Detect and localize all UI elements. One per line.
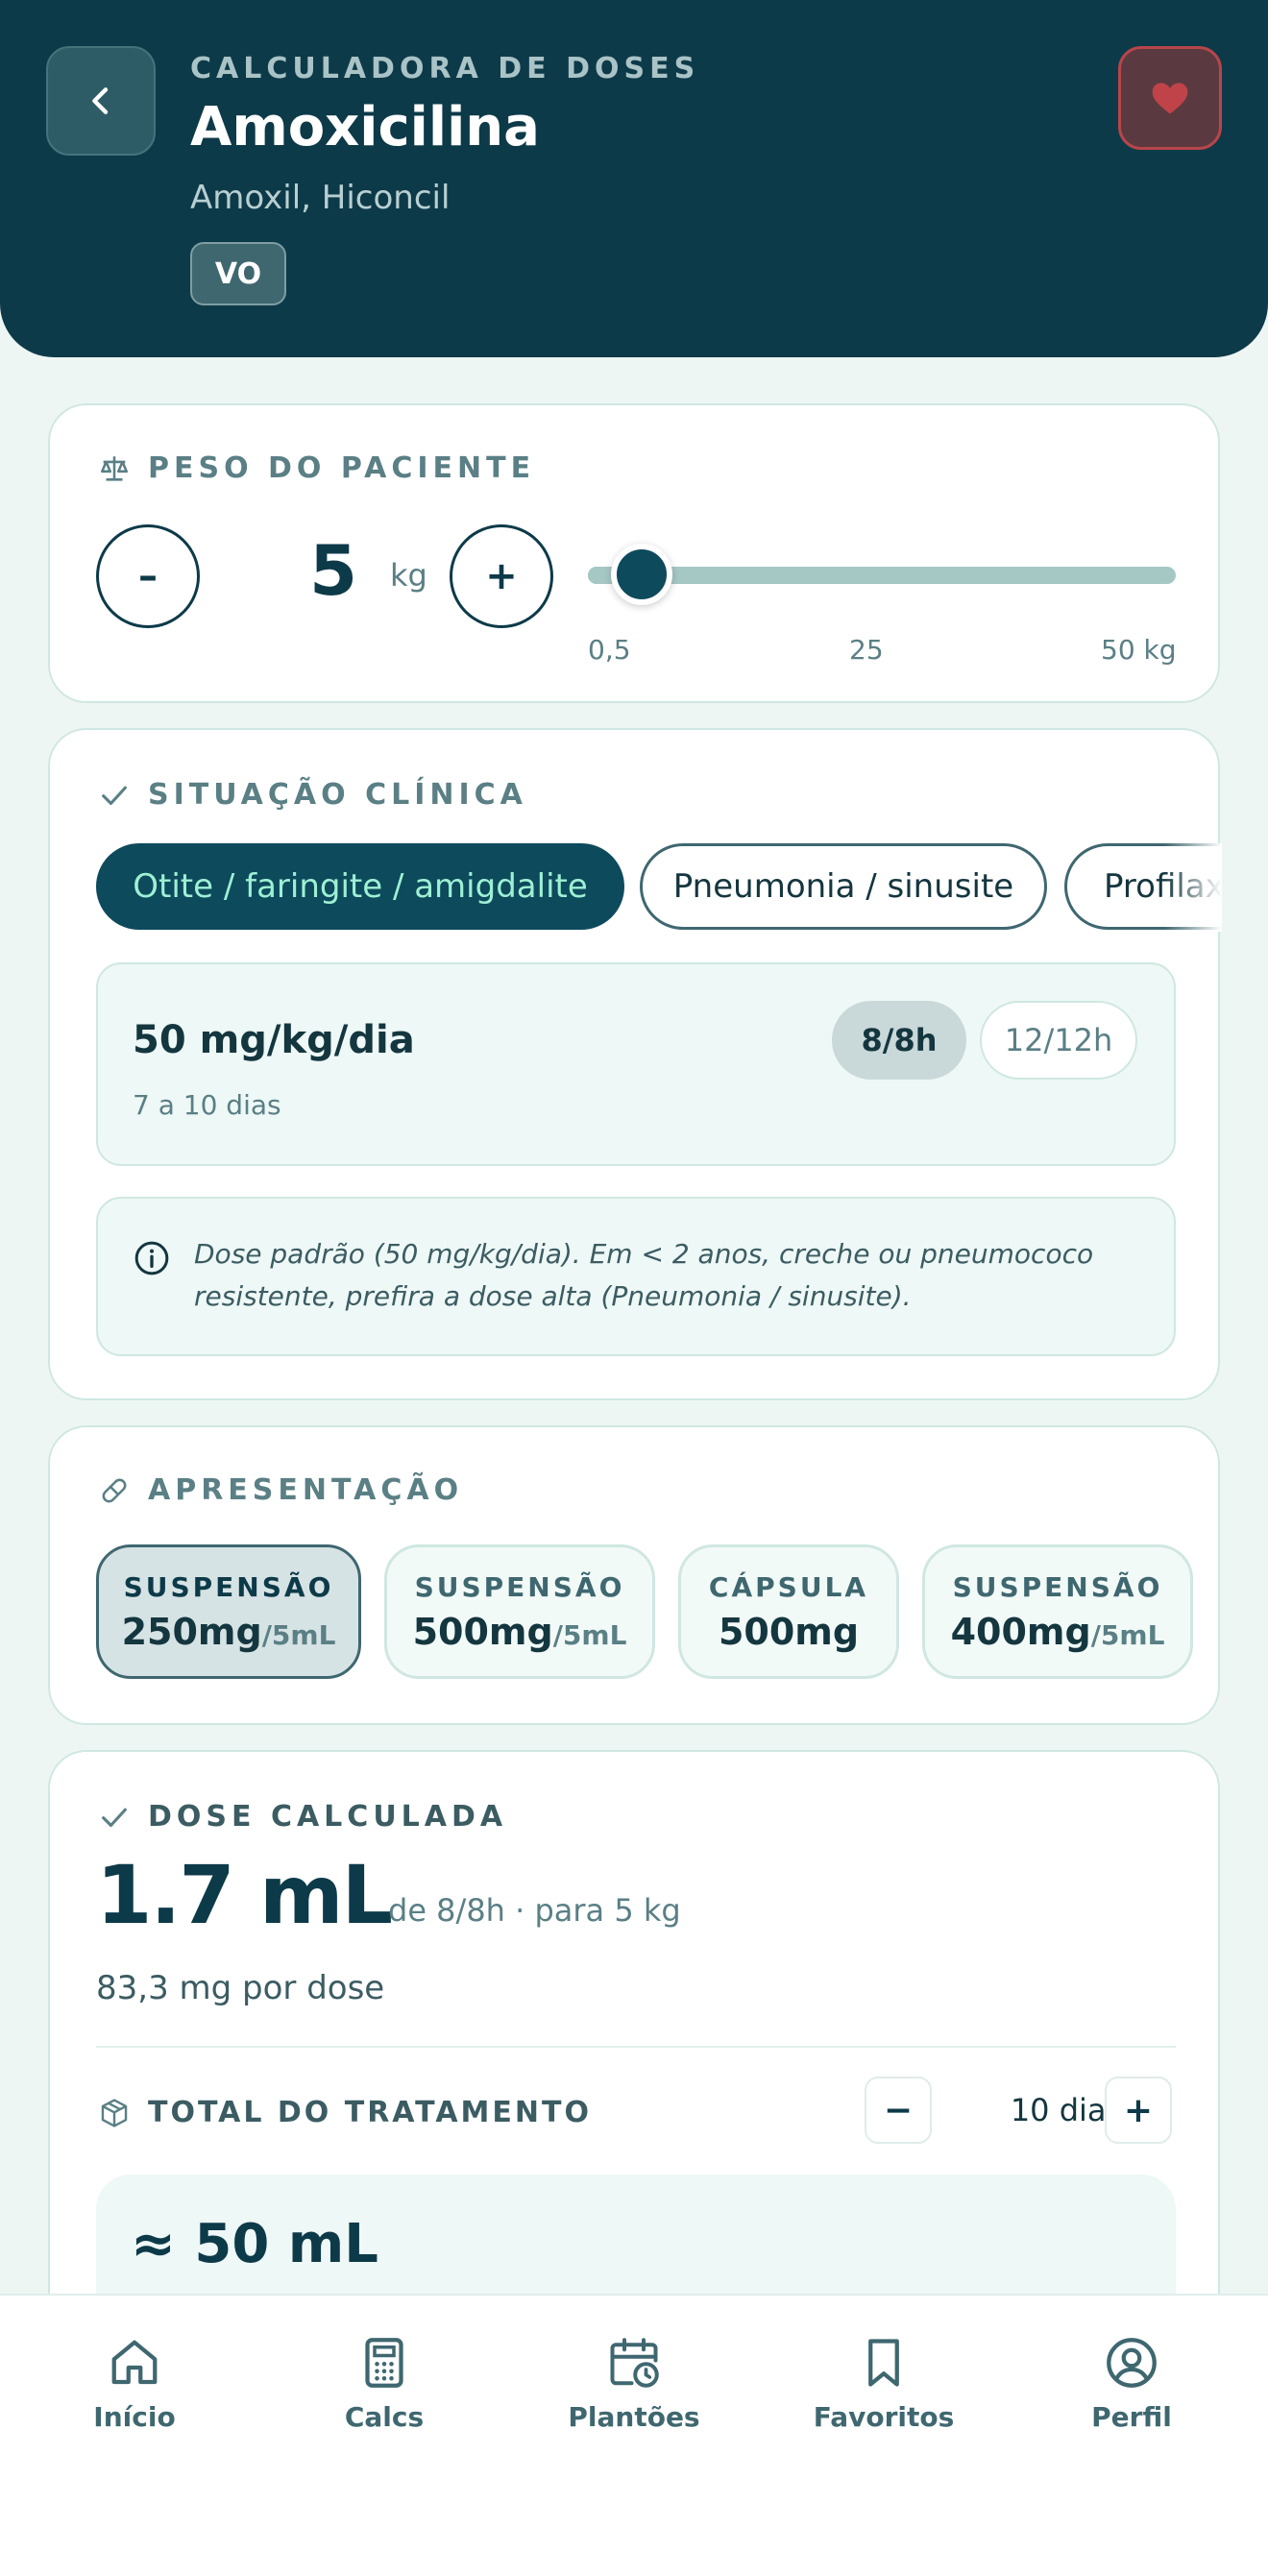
- dose-context: de 8/8h · para 5 kg: [388, 1892, 681, 1929]
- tab-plantoes[interactable]: Plantões: [538, 2334, 730, 2433]
- info-icon: [134, 1241, 169, 1276]
- calculated-dose: 1.7 mL: [96, 1848, 393, 1942]
- slider-tick-mid: 25: [849, 634, 884, 666]
- dose-duration: 7 a 10 dias: [133, 1089, 281, 1121]
- total-volume: ≈ 50 mL: [131, 2213, 378, 2275]
- tab-label: Favoritos: [813, 2401, 955, 2433]
- tab-label: Início: [93, 2401, 176, 2433]
- result-divider: [96, 2046, 1176, 2048]
- chip-pneumonia[interactable]: Pneumonia / sinusite: [640, 843, 1047, 930]
- dose-info-box: Dose padrão (50 mg/kg/dia). Em < 2 anos,…: [96, 1197, 1176, 1356]
- result-title-text: DOSE CALCULADA: [148, 1800, 508, 1834]
- calculator-icon: [365, 2338, 403, 2388]
- presentation-title-text: APRESENTAÇÃO: [148, 1473, 464, 1507]
- chevron-left-icon: [92, 87, 109, 114]
- tab-favoritos[interactable]: Favoritos: [788, 2334, 980, 2433]
- presentation-option[interactable]: SUSPENSÃO 250mg/5mL: [96, 1544, 361, 1679]
- presentation-section-title: APRESENTAÇÃO: [98, 1473, 463, 1507]
- presentation-option[interactable]: SUSPENSÃO 400mg/5mL: [922, 1544, 1193, 1679]
- presentation-amount: 250mg/5mL: [122, 1611, 336, 1653]
- interval-12h[interactable]: 12/12h: [980, 1001, 1137, 1080]
- weight-section-title: PESO DO PACIENTE: [98, 451, 535, 485]
- tab-calcs[interactable]: Calcs: [288, 2334, 480, 2433]
- presentation-amount-per: /5mL: [1090, 1618, 1165, 1651]
- clinical-title-text: SITUAÇÃO CLÍNICA: [148, 778, 527, 812]
- presentation-type: CÁPSULA: [708, 1570, 869, 1603]
- days-decrease-button[interactable]: −: [865, 2077, 932, 2144]
- slider-thumb[interactable]: [610, 544, 672, 605]
- clinical-section-title: SITUAÇÃO CLÍNICA: [98, 778, 527, 812]
- presentation-type: SUSPENSÃO: [952, 1570, 1163, 1603]
- presentation-card: APRESENTAÇÃO SUSPENSÃO 250mg/5mL SUSPENS…: [48, 1425, 1220, 1725]
- scale-icon: [100, 455, 129, 481]
- chips-fade: [1164, 843, 1222, 932]
- dose-rule: 50 mg/kg/dia: [133, 1018, 415, 1062]
- route-badge: VO: [190, 242, 286, 305]
- tab-inicio[interactable]: Início: [38, 2334, 231, 2433]
- result-section-title: DOSE CALCULADA: [98, 1800, 507, 1834]
- total-title-text: TOTAL DO TRATAMENTO: [148, 2096, 592, 2129]
- calendar-clock-icon: [610, 2338, 659, 2388]
- weight-value: 5: [308, 530, 358, 611]
- weight-title-text: PESO DO PACIENTE: [148, 451, 536, 485]
- dose-regimen-box: 50 mg/kg/dia 7 a 10 dias 8/8h 12/12h: [96, 962, 1176, 1166]
- total-section-title: TOTAL DO TRATAMENTO: [98, 2096, 592, 2129]
- interval-8h[interactable]: 8/8h: [832, 1001, 966, 1080]
- weight-slider[interactable]: [588, 544, 1176, 605]
- back-button[interactable]: [46, 46, 156, 156]
- presentation-type: SUSPENSÃO: [414, 1570, 625, 1603]
- presentation-option[interactable]: SUSPENSÃO 500mg/5mL: [384, 1544, 655, 1679]
- clinical-chips: Otite / faringite / amigdalite Pneumonia…: [96, 843, 1222, 932]
- bookmark-icon: [868, 2339, 899, 2387]
- presentation-amount-value: 400mg: [950, 1610, 1091, 1653]
- drug-name: Amoxicilina: [190, 96, 540, 158]
- box-icon: [101, 2098, 128, 2127]
- slider-tick-max: 50 kg: [1101, 634, 1177, 666]
- check-icon: [102, 1808, 127, 1827]
- heart-icon: [1152, 83, 1188, 114]
- user-circle-icon: [1107, 2338, 1157, 2388]
- presentation-option[interactable]: CÁPSULA 500mg: [678, 1544, 899, 1679]
- presentation-amount-value: 500mg: [718, 1610, 860, 1653]
- home-icon: [111, 2340, 158, 2385]
- presentation-amount-per: /5mL: [552, 1618, 627, 1651]
- check-icon: [102, 786, 127, 805]
- weight-card: PESO DO PACIENTE – 5 kg + 0,5 25 50 kg: [48, 403, 1220, 703]
- brand-names: Amoxil, Hiconcil: [190, 179, 451, 217]
- presentation-amount-per: /5mL: [261, 1618, 336, 1651]
- tab-label: Perfil: [1091, 2401, 1172, 2433]
- weight-unit: kg: [390, 557, 427, 594]
- header-kicker: CALCULADORA DE DOSES: [190, 52, 700, 85]
- bottom-tab-bar: Início Calcs Plantões Favoritos Perfil: [0, 2294, 1268, 2576]
- favorite-button[interactable]: [1118, 46, 1222, 150]
- clinical-card: SITUAÇÃO CLÍNICA Otite / faringite / ami…: [48, 728, 1222, 1400]
- weight-decrease-button[interactable]: –: [96, 524, 200, 628]
- mg-per-dose: 83,3 mg por dose: [96, 1969, 385, 2007]
- presentation-amount: 400mg/5mL: [951, 1611, 1165, 1653]
- dose-info-text: Dose padrão (50 mg/kg/dia). Em < 2 anos,…: [194, 1238, 1094, 1312]
- presentation-amount: 500mg/5mL: [413, 1611, 627, 1653]
- chip-otite[interactable]: Otite / faringite / amigdalite: [96, 843, 624, 930]
- app-header: CALCULADORA DE DOSES Amoxicilina Amoxil,…: [0, 0, 1268, 357]
- tab-label: Calcs: [344, 2401, 425, 2433]
- tab-perfil[interactable]: Perfil: [1036, 2334, 1228, 2433]
- presentation-amount-value: 500mg: [412, 1610, 553, 1653]
- slider-tick-min: 0,5: [588, 634, 631, 666]
- tab-label: Plantões: [568, 2401, 700, 2433]
- pill-icon: [102, 1478, 127, 1502]
- days-increase-button[interactable]: +: [1105, 2077, 1172, 2144]
- presentation-type: SUSPENSÃO: [123, 1570, 334, 1603]
- presentation-amount-value: 250mg: [121, 1610, 262, 1653]
- presentation-amount: 500mg: [719, 1611, 859, 1653]
- weight-increase-button[interactable]: +: [450, 524, 553, 628]
